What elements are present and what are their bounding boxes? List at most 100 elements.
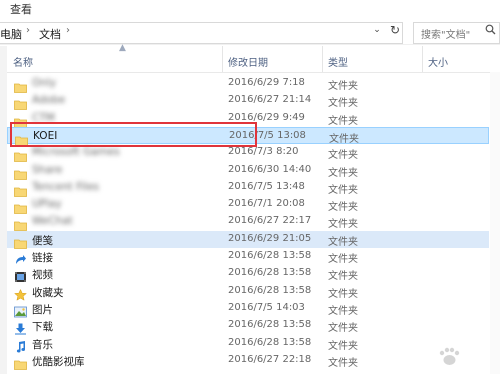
file-type: 文件夹 [328, 184, 358, 196]
address-bar: 电脑 › 文档 › ⌄ ↻ 搜索"文档" [0, 20, 500, 45]
list-item[interactable]: 图片 2016/7/5 14:03 文件夹 [7, 300, 489, 318]
file-name: 图片 [32, 303, 53, 316]
folder-icon [14, 95, 27, 111]
chevron-right-icon[interactable]: › [26, 25, 30, 36]
column-divider[interactable] [222, 46, 223, 72]
modified-date: 2016/6/27 22:17 [228, 215, 312, 227]
modified-date: 2016/7/5 14:03 [228, 301, 305, 313]
menu-bar: 查看 [0, 0, 500, 17]
picture-icon [14, 303, 27, 318]
navigation-pane-edge [0, 46, 7, 374]
file-type: 文件夹 [329, 133, 359, 145]
modified-date: 2016/7/1 20:08 [228, 198, 305, 210]
modified-date: 2016/6/29 21:05 [228, 232, 312, 244]
folder-icon [14, 147, 27, 163]
link-icon [14, 251, 26, 264]
breadcrumb[interactable]: 电脑 › 文档 › [0, 22, 403, 44]
file-type: 文件夹 [328, 150, 358, 162]
file-type: 文件夹 [328, 167, 358, 179]
folder-icon [14, 78, 27, 93]
folder-icon [14, 216, 27, 232]
file-type: 文件夹 [328, 305, 358, 317]
file-type: 文件夹 [328, 288, 358, 300]
modified-date: 2016/6/28 13:58 [228, 336, 312, 348]
file-name: 视频 [32, 269, 53, 282]
sort-up-icon: ▲ [119, 43, 126, 53]
file-type: 文件夹 [328, 202, 358, 214]
file-type: 文件夹 [328, 236, 358, 248]
menu-view[interactable]: 查看 [10, 1, 32, 17]
scrollbar[interactable] [490, 72, 500, 374]
file-type: 文件夹 [328, 271, 358, 283]
list-item[interactable]: 视频 2016/6/28 13:58 文件夹 [7, 265, 489, 283]
file-name: Microsoft Games [32, 146, 120, 159]
search-placeholder: 搜索"文档" [421, 30, 471, 41]
modified-date: 2016/7/5 13:48 [228, 180, 305, 192]
column-divider[interactable] [322, 46, 323, 72]
modified-date: 2016/6/27 21:14 [228, 94, 312, 106]
modified-date: 2016/6/29 9:49 [228, 111, 305, 123]
file-name: 收藏夹 [32, 286, 64, 299]
folder-icon [14, 355, 27, 370]
list-item[interactable]: 便笺 2016/6/29 21:05 文件夹 [7, 230, 489, 249]
music-icon [14, 338, 26, 352]
star-icon [14, 286, 27, 301]
folder-icon [14, 182, 27, 197]
modified-date: 2016/7/3 8:20 [228, 146, 299, 158]
folder-icon [14, 165, 27, 180]
file-type: 文件夹 [328, 115, 358, 127]
file-name: Share [32, 163, 63, 176]
refresh-icon[interactable]: ↻ [388, 22, 402, 38]
file-type: 文件夹 [328, 323, 358, 335]
modified-date: 2016/6/28 13:58 [228, 267, 312, 279]
annotation-highlight-box [10, 122, 257, 147]
modified-date: 2016/6/27 22:18 [228, 353, 312, 365]
list-item[interactable]: UPlay 2016/7/1 20:08 文件夹 [7, 196, 489, 214]
download-icon [14, 320, 26, 335]
breadcrumb-computer[interactable]: 电脑 [0, 26, 22, 42]
file-type: 文件夹 [328, 81, 358, 92]
modified-date: 2016/6/28 13:58 [228, 284, 312, 296]
file-type: 文件夹 [328, 254, 358, 265]
file-type: 文件夹 [328, 340, 358, 352]
chevron-down-icon[interactable]: ⌄ [370, 22, 384, 38]
file-name: Only [32, 77, 57, 89]
file-name: Tencent Files [32, 180, 100, 193]
list-item[interactable]: Share 2016/6/30 14:40 文件夹 [7, 162, 489, 180]
breadcrumb-documents[interactable]: 文档 [39, 26, 61, 42]
modified-date: 2016/6/28 13:58 [228, 250, 312, 261]
list-item[interactable]: 链接 2016/6/28 13:58 文件夹 [7, 248, 489, 265]
file-type: 文件夹 [328, 98, 358, 110]
folder-icon [14, 199, 27, 214]
list-item[interactable]: Tencent Files 2016/7/5 13:48 文件夹 [7, 179, 489, 197]
file-type: 文件夹 [328, 357, 358, 369]
column-name[interactable]: 名称 [13, 54, 33, 69]
list-item[interactable]: Adobe 2016/6/27 21:14 文件夹 [7, 92, 489, 111]
file-name: UPlay [32, 198, 62, 211]
column-size[interactable]: 大小 [428, 54, 448, 69]
list-item[interactable]: 下载 2016/6/28 13:58 文件夹 [7, 317, 489, 335]
column-type[interactable]: 类型 [328, 54, 348, 69]
watermark [402, 344, 494, 370]
file-name: 链接 [32, 252, 53, 264]
list-item[interactable]: Only 2016/6/29 7:18 文件夹 [7, 75, 489, 93]
file-name: 便笺 [32, 234, 53, 247]
list-item[interactable]: 收藏夹 2016/6/28 13:58 文件夹 [7, 283, 489, 301]
column-date[interactable]: 修改日期 [228, 54, 268, 69]
file-type: 文件夹 [328, 219, 358, 231]
file-name: 优酷影视库 [32, 355, 85, 368]
chevron-right-icon[interactable]: › [66, 25, 70, 36]
file-name: Adobe [32, 94, 66, 107]
column-divider[interactable] [422, 46, 423, 72]
file-name: 下载 [32, 321, 53, 334]
file-name: WeChat [32, 215, 73, 228]
baidu-paw-icon [439, 347, 460, 365]
file-name: 音乐 [32, 338, 53, 351]
video-icon [14, 268, 26, 283]
modified-date: 2016/6/28 13:58 [228, 319, 312, 331]
search-icon[interactable] [485, 24, 496, 38]
folder-icon [14, 234, 27, 249]
search-input[interactable]: 搜索"文档" [413, 22, 500, 44]
list-item[interactable]: WeChat 2016/6/27 22:17 文件夹 [7, 213, 489, 232]
modified-date: 2016/6/30 14:40 [228, 163, 312, 175]
